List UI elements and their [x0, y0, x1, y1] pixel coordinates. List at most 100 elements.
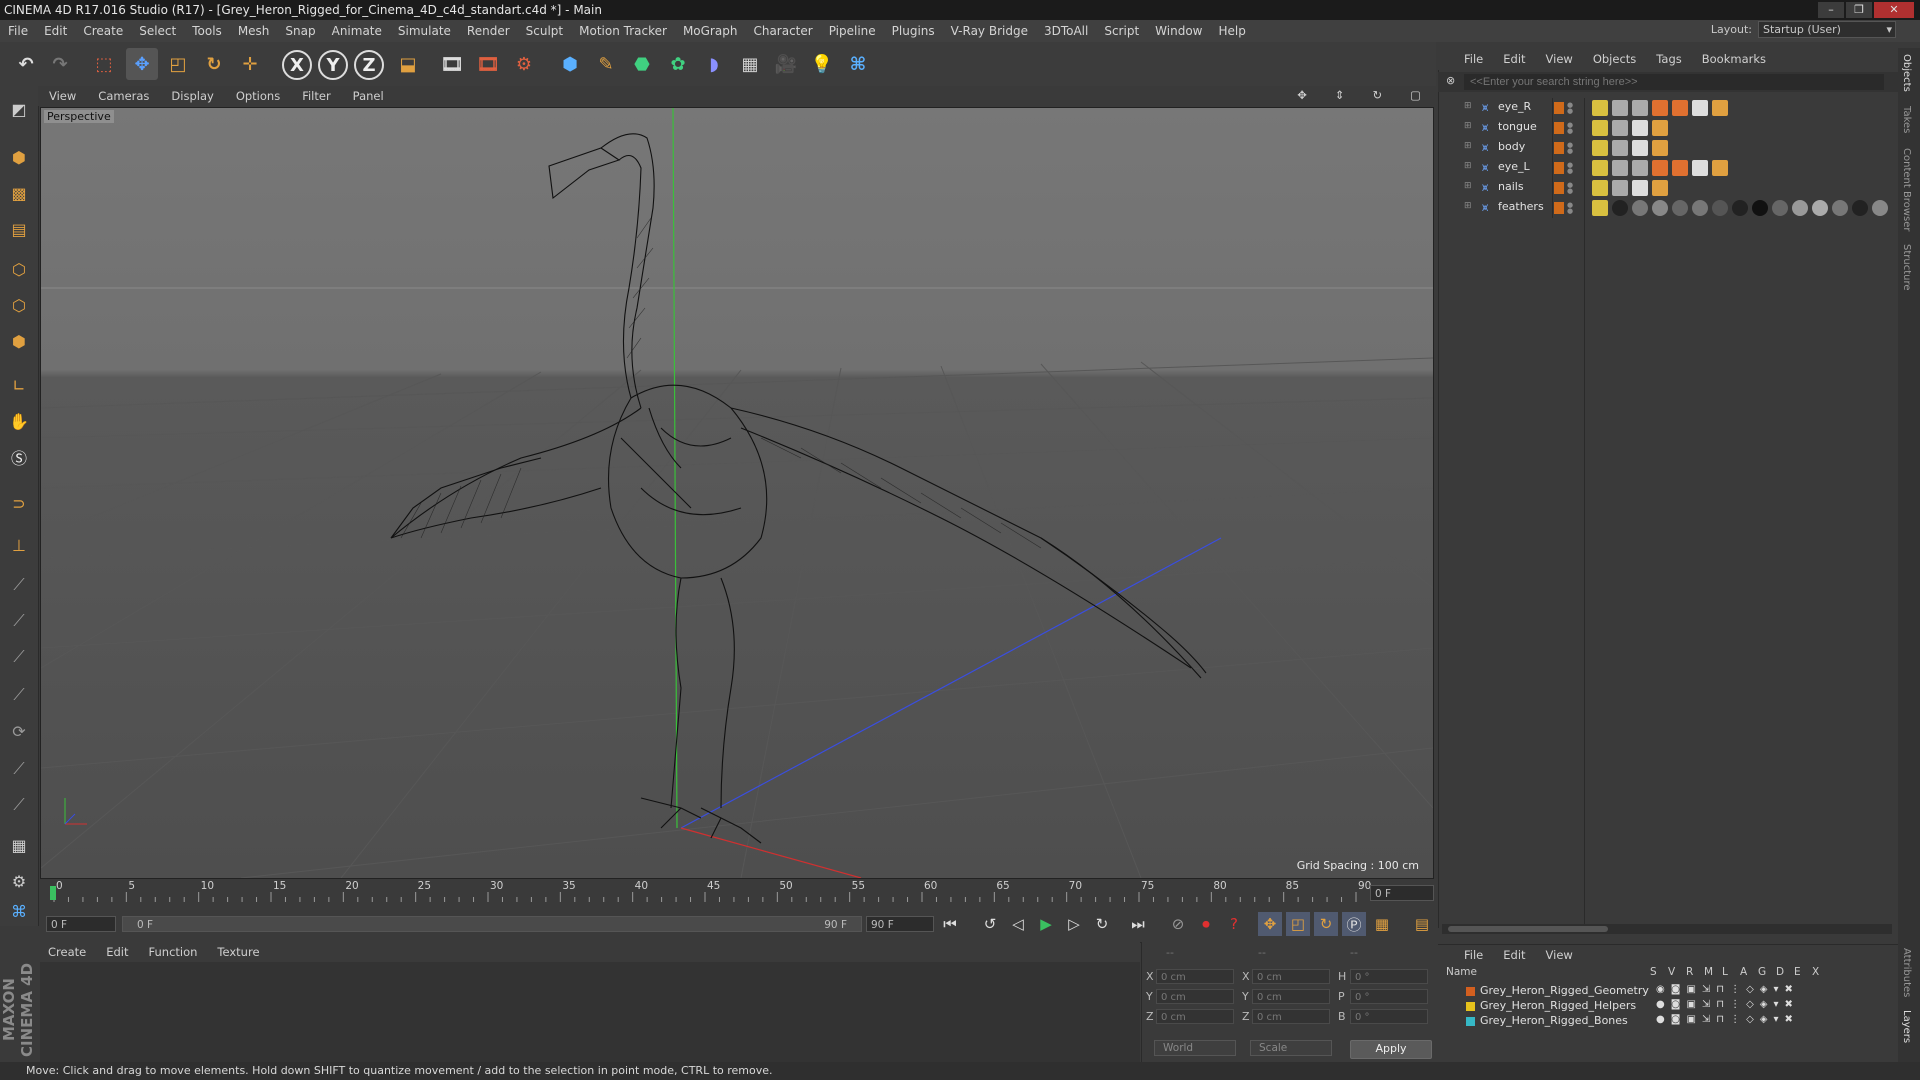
material-tag-icon[interactable]	[1692, 200, 1708, 216]
layer-color-swatch[interactable]	[1466, 987, 1475, 996]
python-icon[interactable]: ⌘	[4, 896, 34, 926]
layer-color-swatch[interactable]	[1466, 1002, 1475, 1011]
key-position-icon[interactable]: ✥	[1258, 912, 1282, 936]
material-menu-create[interactable]: Create	[40, 945, 98, 959]
material-tag-icon[interactable]	[1652, 100, 1668, 116]
material-tag-icon[interactable]	[1612, 120, 1628, 136]
material-tag-icon[interactable]	[1632, 180, 1648, 196]
menu-create[interactable]: Create	[75, 24, 131, 38]
next-key-icon[interactable]: ↻	[1090, 912, 1114, 936]
layer-row-bones[interactable]: Grey_Heron_Rigged_Bones ● ◙ ▣ ⇲ ⊓ ⋮ ◇ ◈ ▾ ✖	[1438, 1014, 1898, 1029]
phong-tag-icon[interactable]	[1592, 120, 1608, 136]
visibility-dots-icon[interactable]: ● ●	[1567, 122, 1573, 135]
key-parameter-icon[interactable]: Ⓟ	[1342, 912, 1366, 936]
deformer-icon[interactable]: ◗	[698, 48, 730, 80]
phong-tag-icon[interactable]	[1592, 100, 1608, 116]
generator-flag-icon[interactable]: ◇	[1746, 984, 1754, 995]
phong-tag-icon[interactable]	[1592, 140, 1608, 156]
playhead[interactable]	[50, 886, 56, 900]
generator-flag-icon[interactable]: ◇	[1746, 999, 1754, 1010]
render-flag-icon[interactable]: ▣	[1686, 1014, 1695, 1025]
lock-flag-icon[interactable]: ⊓	[1716, 984, 1724, 995]
xref-flag-icon[interactable]: ✖	[1785, 1014, 1793, 1025]
material-tag-icon[interactable]	[1792, 200, 1808, 216]
material-manager-area[interactable]	[40, 962, 1140, 1062]
layer-row-helpers[interactable]: Grey_Heron_Rigged_Helpers ● ◙ ▣ ⇲ ⊓ ⋮ ◇ ◈ ▾ ✖	[1438, 999, 1898, 1014]
tab-layers[interactable]: Layers	[1901, 1010, 1912, 1043]
menu-script[interactable]: Script	[1096, 24, 1147, 38]
y-axis-lock-button[interactable]: Y	[318, 50, 348, 80]
autokey-icon[interactable]: ?	[1222, 912, 1246, 936]
layer-name[interactable]: Grey_Heron_Rigged_Bones	[1480, 1014, 1628, 1027]
coord-position-z-field[interactable]: 0 cm	[1156, 1009, 1234, 1024]
layer-flag-generators[interactable]: G	[1758, 966, 1766, 978]
layer-color-swatch[interactable]	[1466, 1017, 1475, 1026]
go-to-start-icon[interactable]: ⏮	[938, 912, 962, 936]
deformer-flag-icon[interactable]: ◈	[1760, 984, 1768, 995]
phong-tag-icon[interactable]	[1592, 160, 1608, 176]
material-tag-icon[interactable]	[1672, 200, 1688, 216]
layer-flag-icons[interactable]: ● ◙ ▣ ⇲ ⊓ ⋮ ◇ ◈ ▾ ✖	[1656, 1014, 1793, 1025]
mograph-cloner-icon[interactable]: ✿	[662, 48, 694, 80]
material-tag-icon[interactable]	[1672, 100, 1688, 116]
xref-flag-icon[interactable]: ✖	[1785, 999, 1793, 1010]
object-name[interactable]: eye_L	[1498, 160, 1530, 173]
phong-tag-icon[interactable]	[1592, 200, 1608, 216]
cube-primitive-icon[interactable]: ⬢	[554, 48, 586, 80]
search-clear-icon[interactable]: ⊗	[1446, 74, 1455, 87]
layer-name[interactable]: Grey_Heron_Rigged_Geometry	[1480, 984, 1649, 997]
lock-flag-icon[interactable]: ⊓	[1716, 999, 1724, 1010]
material-tag-icon[interactable]	[1632, 160, 1648, 176]
viewport-zoom-icon[interactable]: ⇕	[1324, 88, 1356, 102]
make-editable-icon[interactable]: ◩	[4, 94, 34, 124]
material-tag-icon[interactable]	[1632, 100, 1648, 116]
view-flag-icon[interactable]: ◙	[1671, 1014, 1681, 1025]
ik-chain-icon[interactable]: ⚙	[4, 866, 34, 896]
menu-snap[interactable]: Snap	[277, 24, 323, 38]
live-selection-icon[interactable]: ⬚	[88, 48, 120, 80]
solo-mode-icon[interactable]: Ⓢ	[4, 442, 34, 472]
coordinate-space-dropdown[interactable]: World	[1154, 1040, 1236, 1056]
menu-sculpt[interactable]: Sculpt	[518, 24, 571, 38]
polygons-mode-icon[interactable]: ⬢	[4, 326, 34, 356]
axis-mode-icon[interactable]: ∟	[4, 370, 34, 400]
animation-flag-icon[interactable]: ⋮	[1730, 1014, 1740, 1025]
pen-spline-icon[interactable]: ✎	[590, 48, 622, 80]
menu-window[interactable]: Window	[1147, 24, 1210, 38]
material-tag-icon[interactable]	[1612, 200, 1628, 216]
material-tag-icon[interactable]	[1772, 200, 1788, 216]
maximize-button[interactable]: ❐	[1846, 2, 1872, 18]
tab-content-browser[interactable]: Content Browser	[1901, 148, 1912, 231]
coord-rotation-b-field[interactable]: 0 °	[1350, 1009, 1428, 1024]
close-button[interactable]: ✕	[1874, 2, 1914, 18]
menu-select[interactable]: Select	[131, 24, 184, 38]
workplane-icon[interactable]: ▤	[4, 214, 34, 244]
coord-size-y-field[interactable]: 0 cm	[1252, 989, 1330, 1004]
layer-flag-expressions[interactable]: E	[1794, 966, 1801, 978]
layout-dropdown[interactable]: Startup (User)	[1758, 21, 1896, 38]
object-search-input[interactable]	[1464, 74, 1884, 90]
expand-icon[interactable]: ⊞	[1464, 181, 1472, 191]
solo-flag-icon[interactable]: ◉	[1656, 984, 1665, 995]
tweak-mode-icon[interactable]: ✋	[4, 406, 34, 436]
visibility-dots-icon[interactable]: ● ●	[1567, 202, 1573, 215]
texture-mode-icon[interactable]: ▩	[4, 178, 34, 208]
coord-size-z-field[interactable]: 0 cm	[1252, 1009, 1330, 1024]
play-forward-icon[interactable]: ▶	[1034, 912, 1058, 936]
tab-objects[interactable]: Objects	[1901, 54, 1912, 92]
timeline-ruler[interactable]: 0 5 10 15 20 25 30 35 40 45 50 55 60 65 70 75 80 85 90 0 F	[40, 880, 1436, 906]
layer-flag-deformers[interactable]: D	[1776, 966, 1784, 978]
viewport-menu-view[interactable]: View	[38, 89, 87, 103]
object-manager-scrollbar[interactable]	[1442, 924, 1892, 934]
render-picture-viewer-icon[interactable]: 🎞	[472, 48, 504, 80]
object-name[interactable]: tongue	[1498, 120, 1537, 133]
material-tag-icon[interactable]	[1672, 160, 1688, 176]
material-tag-icon[interactable]	[1732, 200, 1748, 216]
layer-flag-locked[interactable]: L	[1722, 966, 1728, 978]
material-tag-icon[interactable]	[1692, 100, 1708, 116]
tab-takes[interactable]: Takes	[1901, 106, 1912, 133]
objects-menu-objects[interactable]: Objects	[1583, 52, 1646, 66]
z-axis-lock-button[interactable]: Z	[354, 50, 384, 80]
material-tag-icon[interactable]	[1872, 200, 1888, 216]
scale-tool-icon[interactable]: ◰	[162, 48, 194, 80]
